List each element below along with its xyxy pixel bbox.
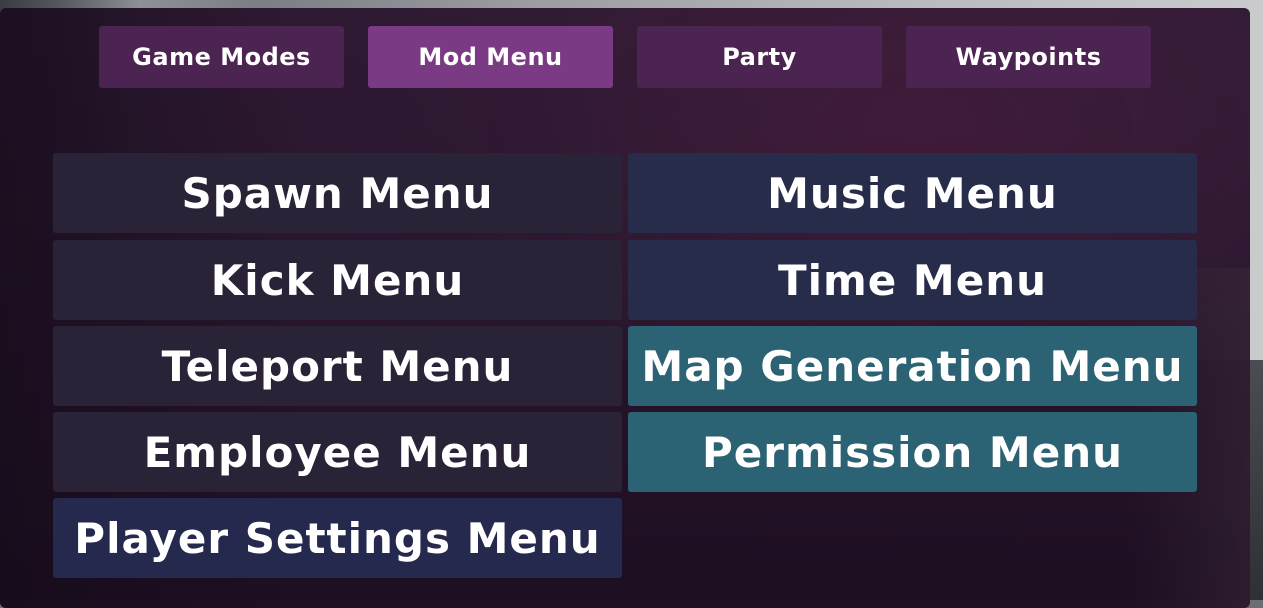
- permission-menu-button[interactable]: Permission Menu: [628, 412, 1197, 492]
- tab-game-modes[interactable]: Game Modes: [99, 26, 344, 88]
- kick-menu-button[interactable]: Kick Menu: [53, 240, 622, 320]
- tab-party[interactable]: Party: [637, 26, 882, 88]
- map-generation-menu-button[interactable]: Map Generation Menu: [628, 326, 1197, 406]
- spawn-menu-button[interactable]: Spawn Menu: [53, 153, 622, 233]
- employee-menu-button[interactable]: Employee Menu: [53, 412, 622, 492]
- tab-mod-menu[interactable]: Mod Menu: [368, 26, 613, 88]
- music-menu-button[interactable]: Music Menu: [628, 153, 1197, 233]
- time-menu-button[interactable]: Time Menu: [628, 240, 1197, 320]
- teleport-menu-button[interactable]: Teleport Menu: [53, 326, 622, 406]
- player-settings-menu-button[interactable]: Player Settings Menu: [53, 498, 622, 578]
- tab-waypoints[interactable]: Waypoints: [906, 26, 1151, 88]
- mod-menu-panel: Game Modes Mod Menu Party Waypoints Spaw…: [0, 8, 1250, 608]
